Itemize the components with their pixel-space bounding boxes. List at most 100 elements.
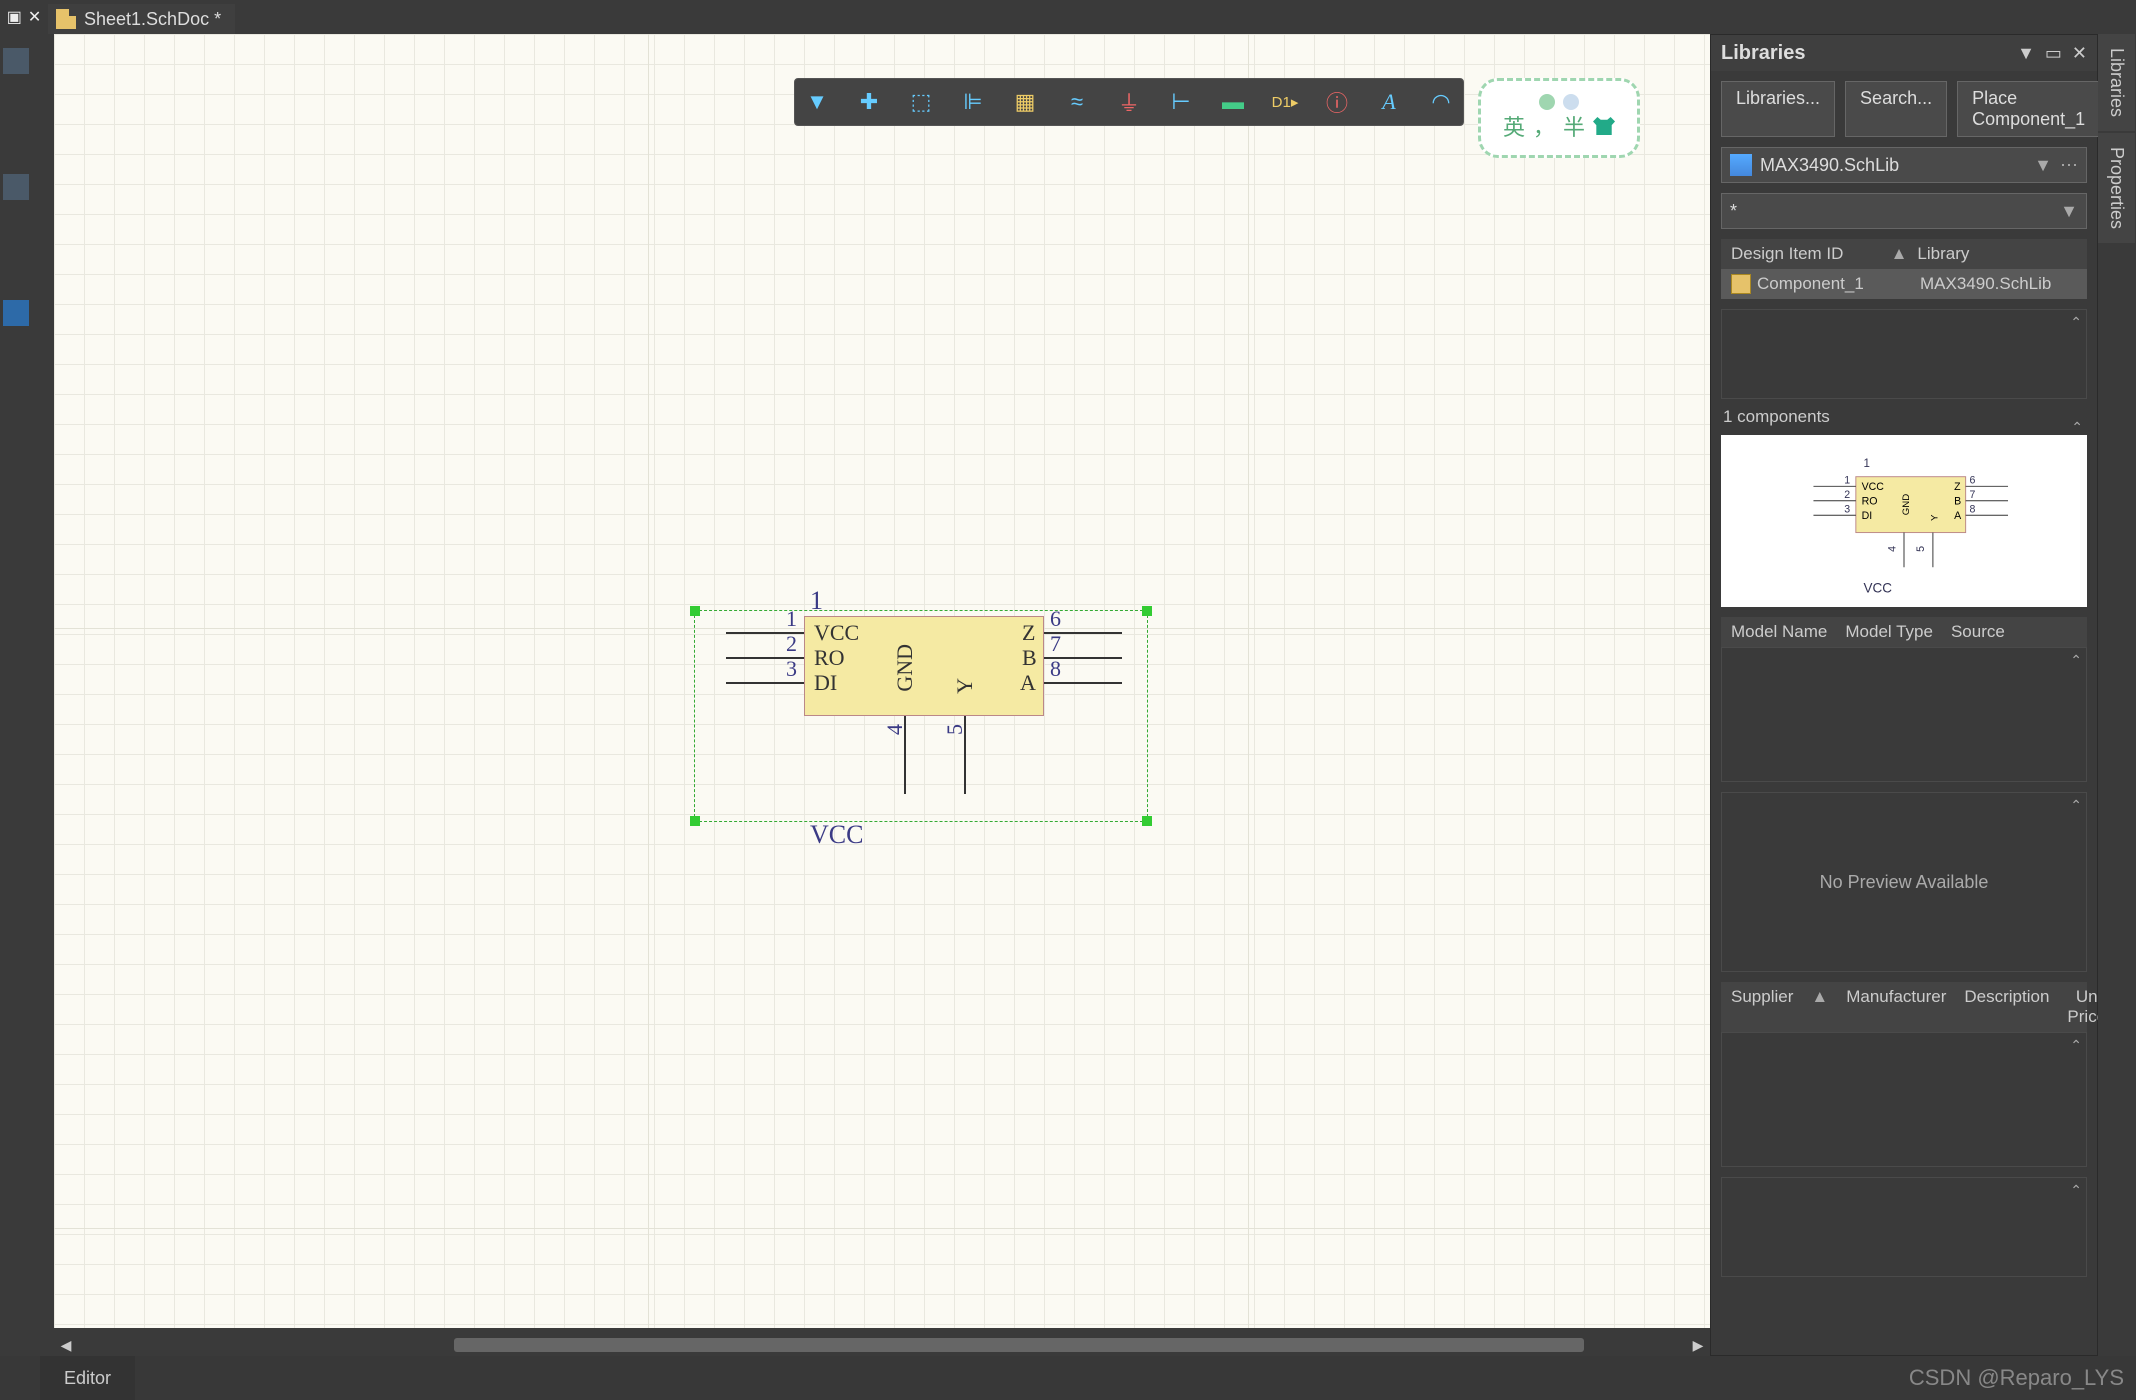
ime-badge[interactable]: 英 ， 半 [1478, 78, 1640, 158]
status-bar: Editor CSDN @Reparo_LYS [0, 1356, 2136, 1400]
selection-handle-ne[interactable] [1142, 606, 1152, 616]
svg-text:7: 7 [1969, 489, 1975, 501]
left-tool-selected[interactable] [3, 300, 29, 326]
part-icon[interactable]: D1▸ [1271, 88, 1299, 116]
model-table-header: Model Name Model Type Source [1721, 617, 2087, 647]
filter-input[interactable]: * ▼ [1721, 193, 2087, 229]
component-count: 1 components [1723, 407, 2085, 427]
library-selector-label: MAX3490.SchLib [1760, 155, 2026, 176]
collapse-icon[interactable]: ⌃ [2070, 652, 2082, 669]
panel-dropdown-icon[interactable]: ▼ [2017, 43, 2035, 64]
pin-8-line[interactable] [1044, 682, 1122, 684]
info-icon[interactable]: ⓘ [1323, 88, 1351, 116]
svg-text:1: 1 [1864, 458, 1870, 470]
model-type-col[interactable]: Model Type [1845, 622, 1933, 642]
panel-close-icon[interactable]: ✕ [2072, 43, 2087, 64]
mfr-col[interactable]: Manufacturer [1846, 987, 1946, 1027]
move-icon[interactable]: ✚ [855, 88, 883, 116]
preview-ref-label: VCC [1864, 580, 1893, 595]
libraries-panel-title: Libraries [1721, 42, 1805, 65]
col-design-header[interactable]: Design Item ID [1731, 244, 1891, 264]
library-selector[interactable]: MAX3490.SchLib ▼ ⋯ [1721, 147, 2087, 183]
pin-3-line[interactable] [726, 682, 804, 684]
more-icon[interactable]: ⋯ [2060, 155, 2078, 176]
pin-4-num: 4 [882, 724, 908, 735]
filter-icon[interactable]: ▼ [803, 88, 831, 116]
component-designator[interactable]: 1 [810, 586, 823, 616]
text-icon[interactable]: A [1375, 88, 1403, 116]
scroll-right-icon[interactable]: ▶ [1688, 1335, 1708, 1355]
editor-tab[interactable]: Editor [40, 1356, 135, 1400]
component-table-row[interactable]: Component_1 MAX3490.SchLib [1721, 269, 2087, 299]
arc-icon[interactable]: ◠ [1427, 88, 1455, 116]
document-tab-bar: ▣ ✕ Sheet1.SchDoc * [0, 0, 2136, 34]
pin-6-num: 6 [1050, 606, 1061, 632]
svg-text:RO: RO [1862, 496, 1878, 508]
library-icon [1730, 154, 1752, 176]
search-button[interactable]: Search... [1845, 81, 1947, 137]
bus-icon[interactable]: ▬ [1219, 88, 1247, 116]
desc-col[interactable]: Description [1964, 987, 2049, 1027]
left-tool-1[interactable] [3, 48, 29, 74]
place-component-button[interactable]: Place Component_1 [1957, 81, 2100, 137]
collapse-icon[interactable]: ⌃ [2070, 314, 2082, 331]
collapse-icon[interactable]: ⌃ [2071, 419, 2083, 436]
chip-icon[interactable]: ▦ [1011, 88, 1039, 116]
collapse-icon[interactable]: ⌃ [2070, 1037, 2082, 1054]
pin-6-name: Z [1022, 620, 1035, 646]
sort-icon[interactable]: ▲ [1891, 244, 1908, 264]
schematic-canvas[interactable]: ▼ ✚ ⬚ ⊫ ▦ ≈ ⏚ ⊢ ▬ D1▸ ⓘ A ◠ 英 ， 半 [54, 34, 1710, 1328]
tab-properties[interactable]: Properties [2098, 133, 2135, 243]
pin-7-num: 7 [1050, 631, 1061, 657]
align-icon[interactable]: ⊫ [959, 88, 987, 116]
pin-8-num: 8 [1050, 656, 1061, 682]
svg-text:DI: DI [1862, 510, 1873, 522]
ime-dot-icon-2 [1563, 94, 1579, 110]
schematic-canvas-wrap: ▼ ✚ ⬚ ⊫ ▦ ≈ ⏚ ⊢ ▬ D1▸ ⓘ A ◠ 英 ， 半 [32, 34, 1710, 1356]
selection-handle-nw[interactable] [690, 606, 700, 616]
svg-text:VCC: VCC [1862, 481, 1885, 493]
collapse-icon[interactable]: ⌃ [2070, 797, 2082, 814]
svg-text:GND: GND [1901, 494, 1912, 515]
pin-4-name: GND [892, 644, 918, 692]
libraries-panel: Libraries ▼ ▭ ✕ Libraries... Search... P… [1710, 34, 2098, 1356]
selection-handle-sw[interactable] [690, 816, 700, 826]
preview-3d-box: No Preview Available ⌃ [1721, 792, 2087, 972]
ground-icon[interactable]: ⏚ [1115, 88, 1143, 116]
left-tool-2[interactable] [3, 174, 29, 200]
scroll-left-icon[interactable]: ◀ [56, 1335, 76, 1355]
pin-7-name: B [1022, 645, 1037, 671]
sort-icon[interactable]: ▲ [1811, 987, 1828, 1027]
col-library-header[interactable]: Library [1917, 244, 2077, 264]
no-preview-text: No Preview Available [1820, 872, 1989, 893]
scrollbar-thumb[interactable] [454, 1338, 1584, 1352]
model-name-col[interactable]: Model Name [1731, 622, 1827, 642]
pin-3-name: DI [814, 670, 837, 696]
tab-libraries[interactable]: Libraries [2098, 34, 2135, 131]
filter-value: * [1730, 201, 2052, 222]
component-ref-label[interactable]: VCC [810, 820, 863, 850]
watermark-text: CSDN @Reparo_LYS [1909, 1365, 2124, 1391]
pin-3-num: 3 [786, 656, 797, 682]
horizontal-scrollbar[interactable]: ◀ ▶ [54, 1334, 1710, 1356]
panel-pin-icon[interactable]: ▭ [2045, 43, 2062, 64]
select-icon[interactable]: ⬚ [907, 88, 935, 116]
document-icon [56, 9, 76, 29]
pin-5-name: Y [952, 678, 978, 694]
tab-prev-controls[interactable]: ▣ ✕ [0, 0, 48, 34]
collapse-icon[interactable]: ⌃ [2070, 1182, 2082, 1199]
libraries-button[interactable]: Libraries... [1721, 81, 1835, 137]
left-tool-strip [0, 34, 32, 1356]
svg-text:B: B [1954, 496, 1961, 508]
shirt-icon [1593, 117, 1615, 135]
selection-handle-se[interactable] [1142, 816, 1152, 826]
close-prev-icon[interactable]: ✕ [28, 7, 41, 27]
svg-text:3: 3 [1844, 503, 1850, 515]
pin-icon[interactable]: ⊢ [1167, 88, 1195, 116]
document-tab-label: Sheet1.SchDoc * [84, 9, 221, 30]
pin-icon[interactable]: ▣ [7, 7, 22, 27]
net-icon[interactable]: ≈ [1063, 88, 1091, 116]
document-tab[interactable]: Sheet1.SchDoc * [48, 4, 235, 34]
supplier-col[interactable]: Supplier [1731, 987, 1793, 1027]
model-source-col[interactable]: Source [1951, 622, 2005, 642]
